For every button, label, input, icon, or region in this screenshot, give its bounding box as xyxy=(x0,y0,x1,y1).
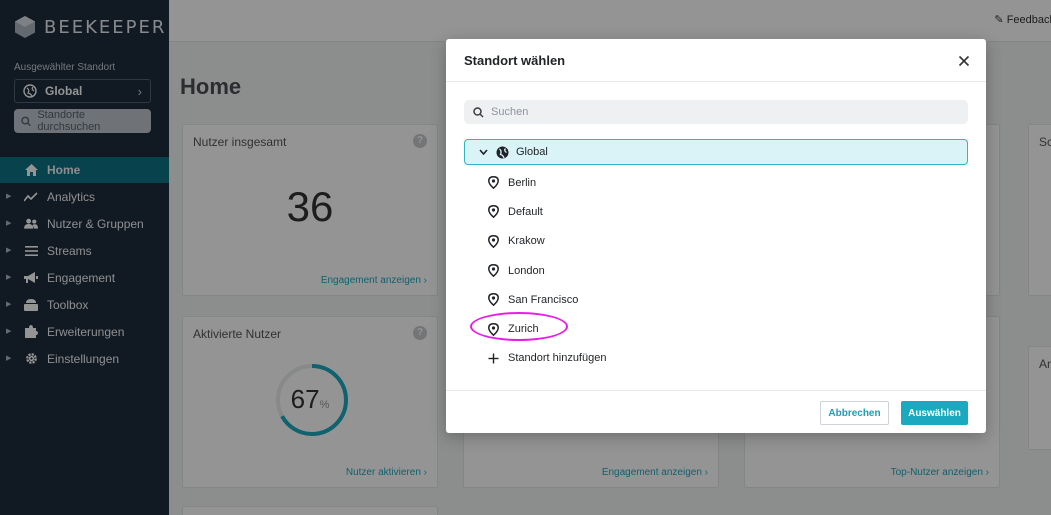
location-label: Berlin xyxy=(508,176,537,189)
globe-icon xyxy=(496,146,509,158)
location-label: Krakow xyxy=(508,235,545,248)
tree-item-label: Global xyxy=(516,146,548,158)
location-item-krakow[interactable]: Krakow xyxy=(488,227,888,256)
map-pin-icon xyxy=(488,205,499,219)
map-pin-icon xyxy=(488,293,499,307)
add-location-label: Standort hinzufügen xyxy=(508,352,607,365)
map-pin-icon xyxy=(488,234,499,248)
close-icon[interactable] xyxy=(956,53,972,69)
zurich-highlight-annotation xyxy=(470,312,568,341)
location-label: London xyxy=(508,264,545,277)
search-input[interactable] xyxy=(491,106,951,118)
tree-item-global[interactable]: Global xyxy=(464,139,968,165)
modal-footer: Abbrechen Auswählen xyxy=(446,390,986,433)
modal-title: Standort wählen xyxy=(464,53,566,68)
chevron-down-icon[interactable] xyxy=(479,149,488,155)
location-item-default[interactable]: Default xyxy=(488,197,888,226)
location-label: San Francisco xyxy=(508,293,579,306)
plus-icon xyxy=(488,353,499,364)
map-pin-icon xyxy=(488,176,499,190)
map-pin-icon xyxy=(488,264,499,278)
location-item-berlin[interactable]: Berlin xyxy=(488,168,888,197)
search-icon xyxy=(473,106,484,118)
location-list: Berlin Default Krakow London San Francis… xyxy=(488,168,888,373)
location-item-san-francisco[interactable]: San Francisco xyxy=(488,285,888,314)
select-button[interactable]: Auswählen xyxy=(901,401,968,425)
location-label: Default xyxy=(508,205,543,218)
location-item-london[interactable]: London xyxy=(488,256,888,285)
location-search-field[interactable] xyxy=(464,100,968,124)
cancel-button[interactable]: Abbrechen xyxy=(820,401,889,425)
location-picker-modal: Standort wählen Global Berlin Default xyxy=(446,39,986,433)
modal-header: Standort wählen xyxy=(446,39,986,82)
add-location-button[interactable]: Standort hinzufügen xyxy=(488,344,888,373)
